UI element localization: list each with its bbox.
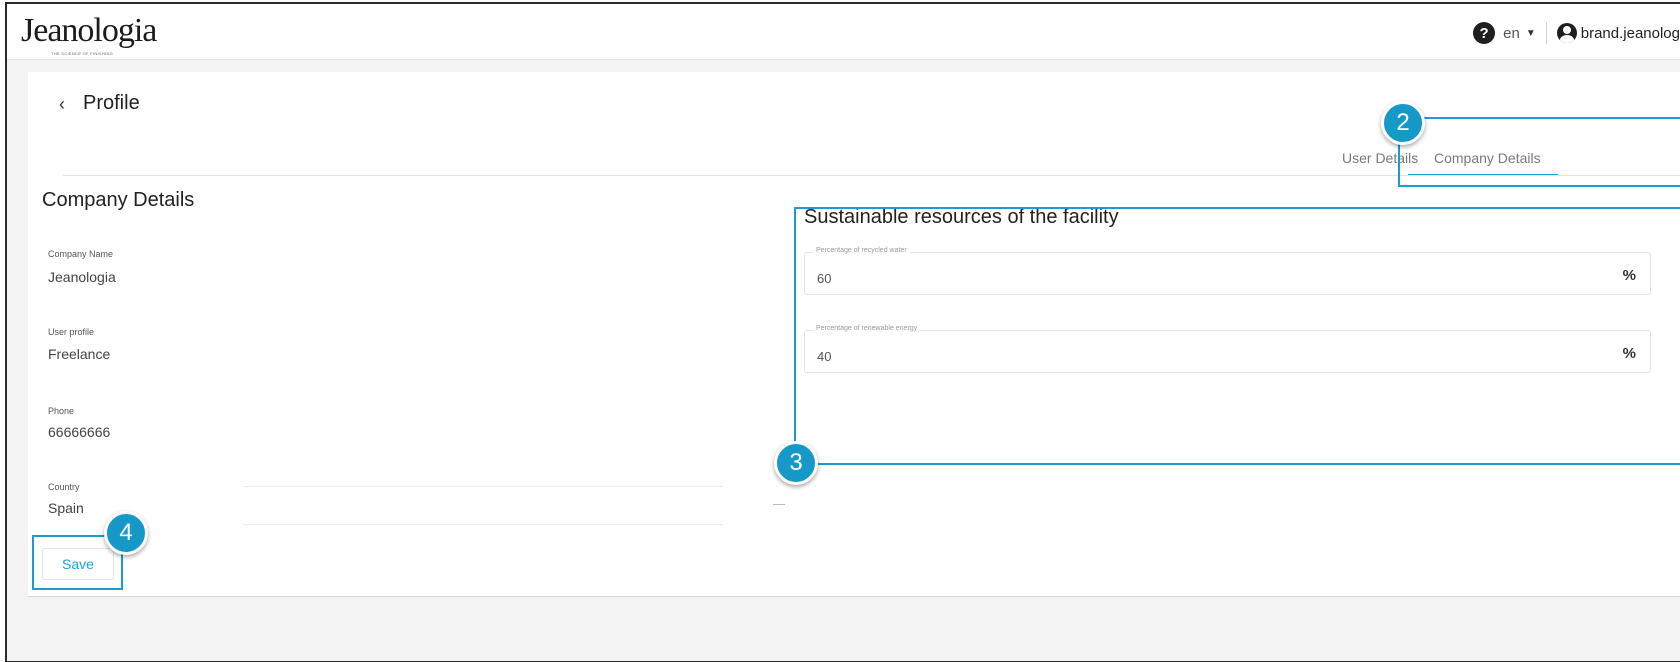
user-profile-value[interactable]: Freelance (48, 346, 110, 362)
user-profile-label: User profile (48, 327, 95, 337)
country-label: Country (48, 482, 80, 492)
page-title: Profile (83, 92, 140, 114)
page-background-bottom (7, 598, 1680, 661)
language-selector[interactable]: en ▼ (1503, 25, 1536, 42)
language-label: en (1503, 24, 1520, 42)
annotation-box-3 (794, 207, 1680, 465)
company-name-label: Company Name (48, 249, 114, 259)
company-details-title: Company Details (42, 189, 195, 211)
logo-tagline: THE SCIENCE OF FINISHING (51, 51, 114, 56)
phone-label: Phone (48, 406, 75, 416)
annotation-box-2 (1398, 117, 1680, 187)
annotation-badge-4: 4 (104, 511, 148, 555)
navbar-divider (1545, 22, 1547, 44)
company-name-value[interactable]: Jeanologia (48, 269, 116, 285)
caret-down-icon: ▼ (1525, 27, 1536, 39)
top-navbar: Jeanologia THE SCIENCE OF FINISHING ? en… (7, 4, 1680, 60)
username[interactable]: brand.jeanolog (1581, 25, 1680, 42)
jeanologia-logo[interactable]: Jeanologia (21, 12, 157, 50)
question-circle-icon[interactable]: ? (1473, 22, 1496, 44)
annotation-badge-3: 3 (774, 441, 818, 485)
country-underline (243, 524, 723, 525)
phone-value[interactable]: 66666666 (48, 424, 110, 440)
chevron-left-icon[interactable]: ‹ (59, 94, 65, 115)
annotation-badge-2: 2 (1381, 101, 1425, 145)
country-underline-top (243, 486, 723, 487)
country-select[interactable]: Spain (48, 500, 84, 516)
user-circle-icon[interactable] (1556, 23, 1577, 43)
navbar-right: ? en ▼ brand.jeanolog (1473, 20, 1680, 46)
select-caret-line (773, 504, 785, 505)
